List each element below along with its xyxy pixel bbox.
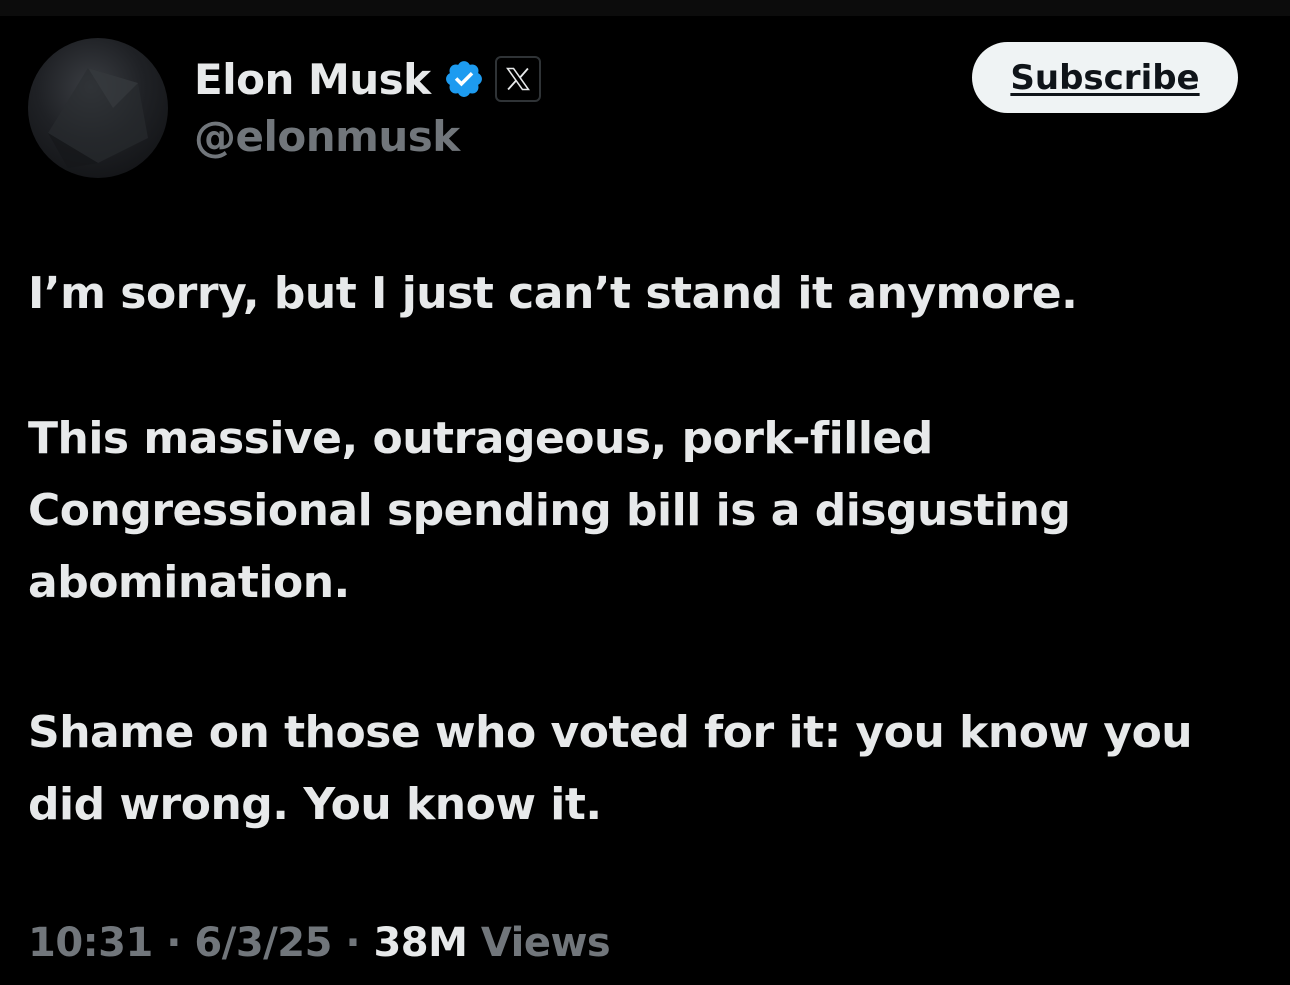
meta-separator: · (152, 920, 195, 966)
post-line: This massive, outrageous, pork-filled (28, 413, 933, 464)
post-paragraph-3: Shame on those who voted for it: you kno… (28, 697, 1268, 841)
subscribe-button[interactable]: Subscribe (972, 42, 1238, 113)
top-strip (0, 0, 1290, 16)
views-count[interactable]: 38M (373, 920, 467, 966)
post-line: did wrong. You know it. (28, 779, 602, 830)
author-name-row: Elon Musk (194, 52, 541, 106)
post-line: I’m sorry, but I just can’t stand it any… (28, 268, 1078, 319)
post-paragraph-1: I’m sorry, but I just can’t stand it any… (28, 258, 1268, 330)
post-date[interactable]: 6/3/25 (194, 920, 332, 966)
post-paragraph-2: This massive, outrageous, pork-filled Co… (28, 403, 1268, 619)
post-meta: 10:31 · 6/3/25 · 38M Views (28, 920, 611, 966)
author-handle[interactable]: @elonmusk (194, 112, 460, 161)
post-time[interactable]: 10:31 (28, 920, 153, 966)
post-line: Shame on those who voted for it: you kno… (28, 707, 1193, 758)
meta-separator: · (331, 920, 374, 966)
views-label: Views (467, 920, 611, 966)
avatar-image (48, 68, 148, 168)
author-display-name[interactable]: Elon Musk (194, 55, 431, 104)
post-line: Congressional spending bill is a disgust… (28, 485, 1071, 536)
post-line: abomination. (28, 557, 350, 608)
verified-badge-icon[interactable] (443, 58, 485, 100)
x-logo-icon[interactable] (494, 56, 541, 102)
avatar[interactable] (28, 38, 168, 178)
